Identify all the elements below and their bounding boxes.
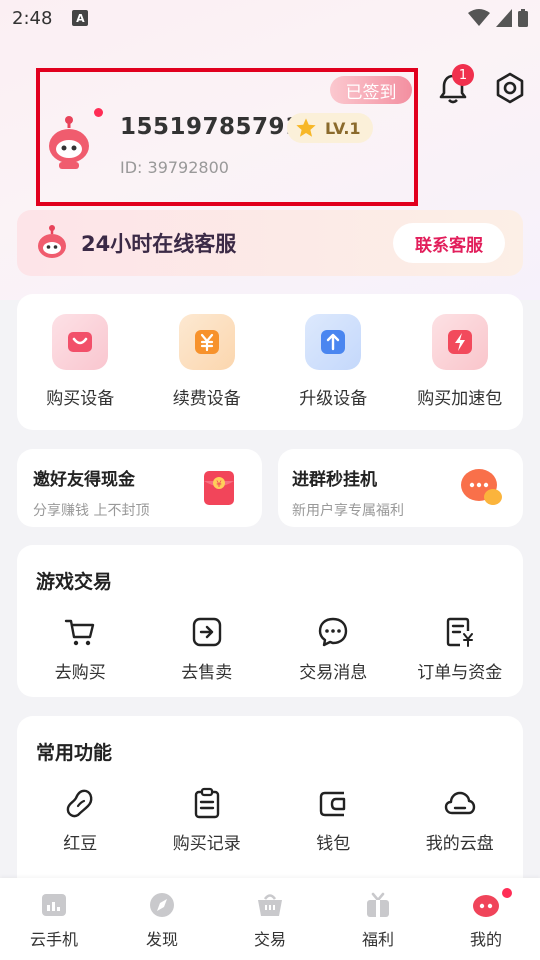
upgrade-device-button[interactable]: 升级设备 [271, 314, 396, 409]
nav-cloud-phone[interactable]: 云手机 [4, 890, 104, 950]
gift-icon [367, 892, 389, 917]
buy-boost-pack-button[interactable]: 购买加速包 [397, 314, 522, 409]
common-functions-title: 常用功能 [36, 742, 113, 764]
signal-icon [496, 9, 512, 27]
wallet-label: 钱包 [316, 834, 351, 854]
purchase-records-button[interactable]: 购买记录 [148, 787, 266, 854]
renew-device-button[interactable]: 续费设备 [144, 314, 269, 409]
level-text: LV.1 [325, 118, 361, 138]
contact-service-button[interactable]: 联系客服 [393, 223, 505, 263]
nav-mine-label: 我的 [469, 930, 502, 949]
game-trade-card: 游戏交易 去购买 去售卖 交易消息 订单与资金 [17, 545, 523, 697]
status-bar: 2:48 A [0, 0, 540, 36]
red-bean-button[interactable]: 红豆 [21, 787, 139, 854]
basket-icon [258, 894, 282, 916]
bean-icon [66, 789, 93, 818]
shopping-bag-icon [52, 314, 109, 370]
red-bean-label: 红豆 [63, 834, 98, 854]
wifi-icon [468, 9, 490, 26]
join-group-card[interactable]: 进群秒挂机 新用户享专属福利 [278, 449, 523, 527]
wallet-button[interactable]: 钱包 [274, 787, 392, 854]
invite-friends-card[interactable]: 邀好友得现金 分享赚钱 上不封顶 ¥ [17, 449, 262, 527]
user-id: ID: 39792800 [120, 158, 229, 177]
upgrade-device-label: 升级设备 [299, 389, 368, 409]
battery-icon [518, 9, 528, 27]
my-cloud-drive-label: 我的云盘 [425, 834, 494, 854]
sell-arrow-icon [192, 617, 221, 647]
buy-boost-pack-label: 购买加速包 [417, 389, 503, 409]
buy-device-label: 购买设备 [46, 389, 115, 409]
orders-funds-button[interactable]: 订单与资金 [401, 616, 519, 683]
status-time: 2:48 [12, 7, 53, 29]
message-icon [319, 617, 348, 647]
status-right-icons [468, 9, 528, 27]
level-badge[interactable]: LV.1 [287, 113, 373, 143]
yen-icon [178, 314, 235, 370]
nav-mine-dot [502, 888, 512, 898]
wallet-icon [320, 791, 346, 817]
orders-funds-label: 订单与资金 [417, 663, 503, 683]
game-trade-title: 游戏交易 [36, 571, 113, 593]
nav-discover[interactable]: 发现 [112, 890, 212, 950]
red-envelope-icon: ¥ [204, 471, 234, 505]
signed-in-badge[interactable]: 已签到 [330, 76, 412, 104]
go-buy-button[interactable]: 去购买 [21, 616, 139, 683]
cloud-phone-icon [42, 894, 66, 916]
nav-welfare[interactable]: 福利 [328, 890, 428, 950]
service-title: 24小时在线客服 [81, 232, 237, 256]
buy-device-button[interactable]: 购买设备 [18, 314, 143, 409]
profile-section[interactable]: 已签到 15519785791 LV.1 ID: 39792800 [36, 68, 418, 206]
device-actions-card: 购买设备 续费设备 升级设备 购买加速包 [17, 294, 523, 430]
svg-text:¥: ¥ [216, 480, 222, 490]
go-sell-button[interactable]: 去售卖 [148, 616, 266, 683]
order-icon [446, 617, 473, 647]
go-sell-label: 去售卖 [181, 663, 233, 683]
cloud-icon [444, 791, 475, 815]
star-icon [296, 118, 316, 137]
bottom-navigation: 云手机 发现 交易 福利 我的 [0, 878, 540, 960]
nav-trade-label: 交易 [253, 930, 286, 949]
nav-discover-label: 发现 [145, 930, 178, 949]
renew-device-label: 续费设备 [172, 389, 241, 409]
go-buy-label: 去购买 [54, 663, 106, 683]
customer-service-banner: 24小时在线客服 联系客服 [17, 210, 523, 276]
avatar-mascot-icon[interactable] [44, 116, 94, 170]
clipboard-icon [194, 787, 219, 819]
trade-messages-button[interactable]: 交易消息 [274, 616, 392, 683]
lightning-icon [431, 314, 488, 370]
avatar-status-dot [94, 108, 103, 117]
nav-cloud-phone-label: 云手机 [29, 930, 78, 949]
nav-trade[interactable]: 交易 [220, 890, 320, 950]
my-cloud-drive-button[interactable]: 我的云盘 [401, 787, 519, 854]
chat-bubble-icon [461, 469, 502, 505]
purchase-records-label: 购买记录 [172, 834, 241, 854]
upload-arrow-icon [305, 314, 362, 370]
service-mascot-icon [38, 225, 66, 258]
notification-a-icon: A [72, 10, 89, 26]
compass-icon [150, 893, 174, 917]
profile-mascot-icon [473, 895, 499, 917]
nav-mine[interactable]: 我的 [436, 888, 536, 950]
cart-icon [65, 619, 95, 646]
nav-welfare-label: 福利 [361, 930, 394, 949]
notification-badge: 1 [452, 64, 474, 86]
user-phone: 15519785791 [120, 114, 302, 140]
trade-messages-label: 交易消息 [299, 663, 368, 683]
settings-icon[interactable] [494, 72, 526, 104]
